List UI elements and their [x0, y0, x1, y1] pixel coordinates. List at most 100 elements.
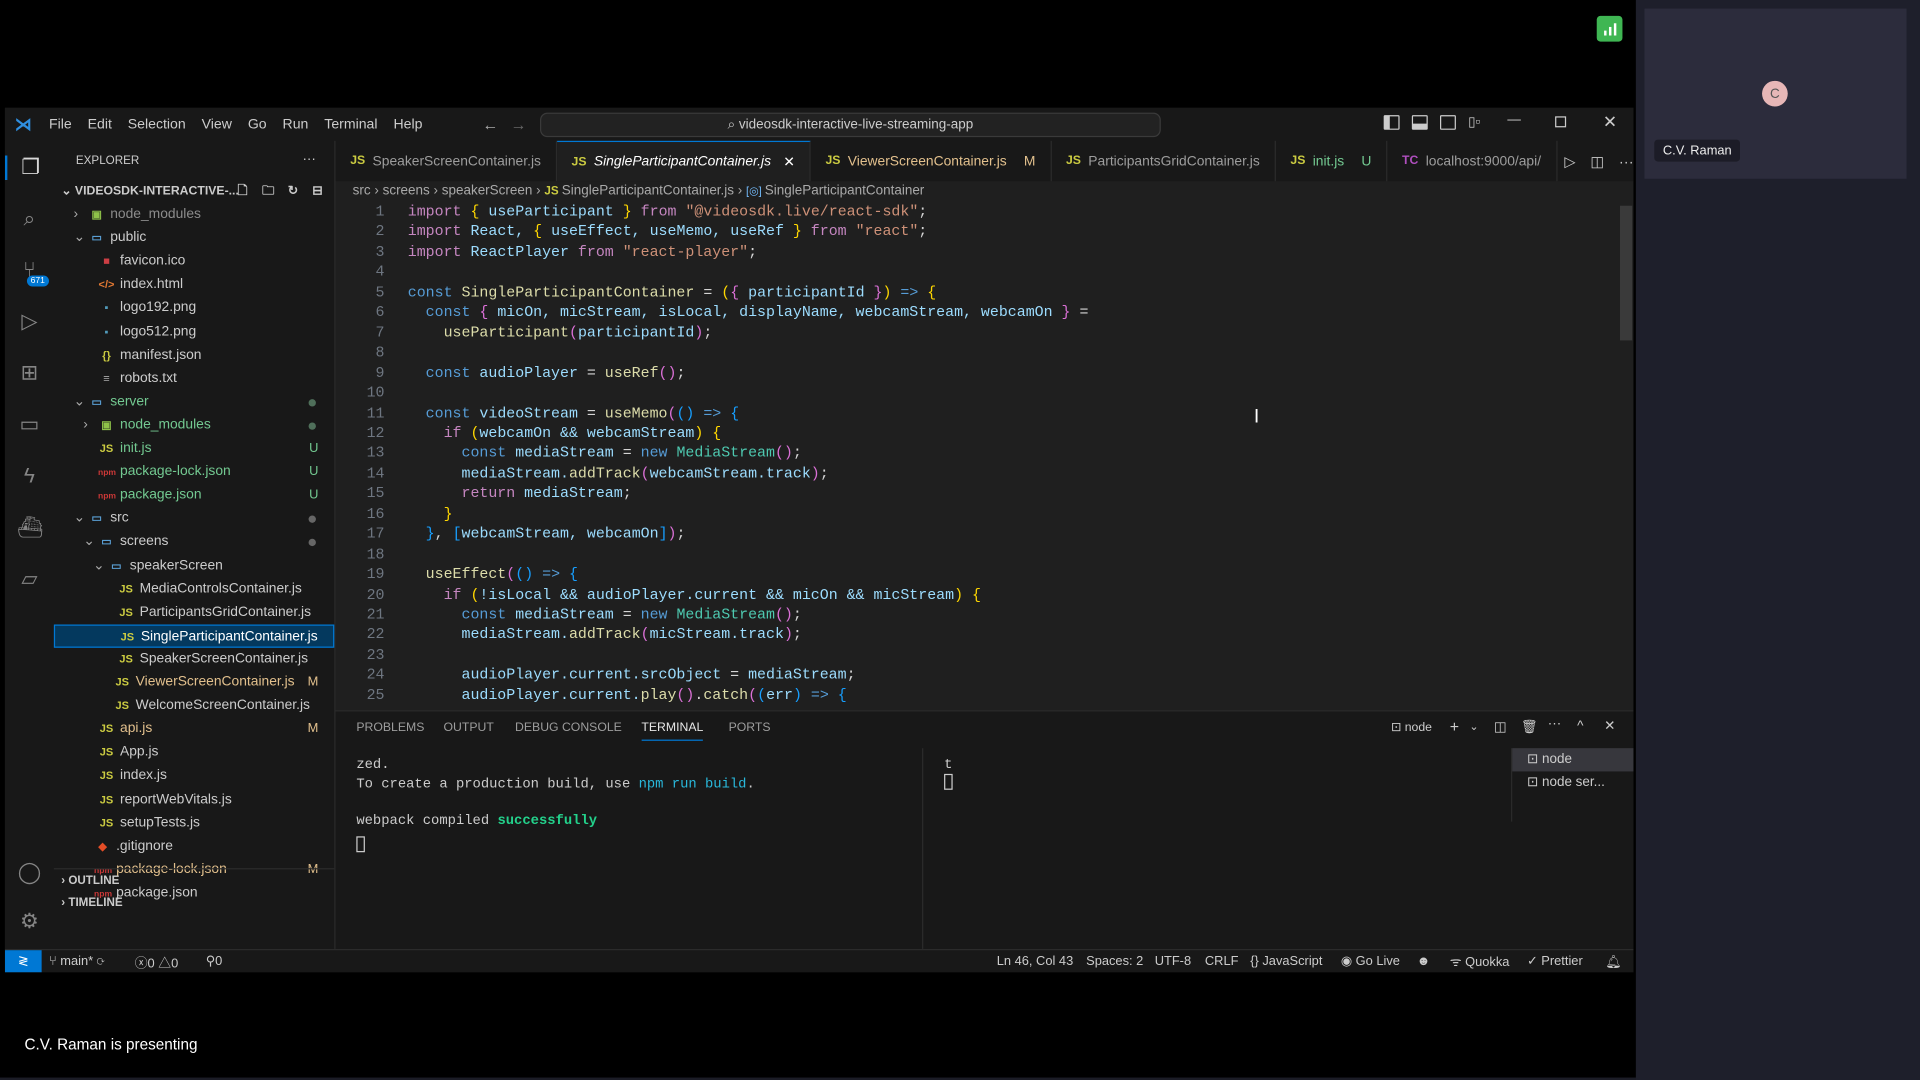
maximize-panel-icon[interactable]: ^ — [1577, 719, 1583, 734]
breadcrumb-item[interactable]: SingleParticipantContainer.js — [562, 184, 734, 199]
go-live-button[interactable]: ◉ Go Live — [1341, 954, 1400, 969]
customize-layout-icon[interactable]: ▯▫ — [1468, 114, 1480, 130]
command-center-search[interactable]: ⌕ videosdk-interactive-live-streaming-ap… — [540, 112, 1161, 138]
back-icon[interactable]: ← — [482, 115, 498, 133]
more-icon[interactable]: ··· — [1548, 716, 1561, 731]
tree-item[interactable]: JS ViewerScreenContainer.js M — [54, 671, 334, 694]
tree-item[interactable]: JS init.js U — [54, 437, 334, 460]
tree-item[interactable]: › ▣ node_modules — [54, 203, 334, 226]
encoding[interactable]: UTF-8 — [1155, 954, 1191, 969]
tree-item[interactable]: {} manifest.json — [54, 344, 334, 367]
account-icon[interactable]: ◯ — [17, 861, 41, 885]
extensions-icon[interactable]: ⊞ — [17, 361, 41, 385]
tree-item[interactable]: ◆ .gitignore — [54, 835, 334, 858]
thunder-client-icon[interactable]: ϟ — [17, 464, 41, 488]
tree-item[interactable]: JS WelcomeScreenContainer.js — [54, 694, 334, 717]
panel-tab-problems[interactable]: PROBLEMS — [356, 721, 424, 734]
branch-status[interactable]: ⑂ main* ⟳ — [49, 954, 104, 969]
tree-item[interactable]: ⌄ ▭ public — [54, 227, 334, 250]
split-editor-icon[interactable]: ◫ — [1590, 152, 1604, 169]
new-terminal-icon[interactable]: + — [1450, 718, 1459, 736]
restore-icon[interactable] — [1555, 116, 1567, 128]
editor-tab[interactable]: JS ViewerScreenContainer.js M — [811, 140, 1052, 182]
run-icon[interactable]: ▷ — [1564, 152, 1575, 169]
tree-item[interactable]: JS SpeakerScreenContainer.js — [54, 648, 334, 671]
tree-item[interactable]: JS index.js — [54, 765, 334, 788]
split-terminal-icon[interactable]: ◫ — [1494, 719, 1507, 735]
network-signal-icon[interactable] — [1596, 15, 1623, 42]
ports-status[interactable]: ⚲0 — [206, 954, 223, 969]
panel-tab-output[interactable]: OUTPUT — [443, 721, 493, 734]
panel-tab-terminal[interactable]: TERMINAL — [641, 721, 704, 741]
tree-item[interactable]: ■ favicon.ico — [54, 250, 334, 273]
settings-icon[interactable]: ⚙ — [17, 910, 41, 934]
tree-item[interactable]: ⌄ ▭ screens — [54, 531, 334, 554]
tree-item[interactable]: ▪ logo192.png — [54, 297, 334, 320]
explorer-root[interactable]: ⌄ VIDEOSDK-INTERACTIVE-... 🗋 🗀 ↻ ⊟ — [54, 180, 334, 203]
menu-run[interactable]: Run — [283, 117, 309, 132]
cursor-position[interactable]: Ln 46, Col 43 — [997, 954, 1073, 969]
refresh-icon[interactable]: ↻ — [288, 180, 298, 203]
sync-icon[interactable]: ⟳ — [93, 954, 105, 969]
tree-item[interactable]: JS MediaControlsContainer.js — [54, 577, 334, 600]
minimize-icon[interactable]: — — [1507, 113, 1520, 128]
search-icon[interactable]: ⌕ — [17, 207, 41, 231]
editor-tab[interactable]: JS SingleParticipantContainer.js ✕ — [556, 140, 811, 182]
editor-tab[interactable]: TC localhost:9000/api/ — [1387, 140, 1557, 182]
run-debug-icon[interactable]: ▷ — [17, 310, 41, 334]
language-mode[interactable]: {} JavaScript — [1250, 954, 1322, 969]
tree-item[interactable]: › ▣ node_modules — [54, 414, 334, 437]
new-folder-icon[interactable]: 🗀 — [262, 180, 274, 203]
breadcrumb-item[interactable]: speakerScreen — [442, 184, 533, 199]
tree-item[interactable]: npm package.json U — [54, 484, 334, 507]
problems-status[interactable]: ⓧ0 △0 — [135, 954, 179, 972]
quokka-status[interactable]: ᯤ Quokka — [1450, 954, 1510, 971]
close-tab-icon[interactable]: ✕ — [783, 154, 795, 170]
chat-icon[interactable]: ▱ — [17, 567, 41, 591]
tree-item[interactable]: ⌄ ▭ src — [54, 507, 334, 530]
prettier-status[interactable]: ✓ Prettier — [1527, 954, 1583, 969]
menu-go[interactable]: Go — [248, 117, 267, 132]
tree-item[interactable]: JS setupTests.js — [54, 811, 334, 834]
docker-icon[interactable]: ⛴ — [17, 516, 43, 540]
editor-scrollbar[interactable] — [1620, 205, 1633, 341]
terminal-list-item[interactable]: ⊡ node ser... — [1512, 771, 1633, 794]
remote-indicator-icon[interactable]: ≷ — [4, 950, 42, 973]
toggle-panel-icon[interactable] — [1411, 115, 1428, 130]
new-file-icon[interactable]: 🗋 — [238, 180, 248, 203]
notifications-bell-icon[interactable]: 🔔︎ — [1605, 954, 1621, 970]
tree-item[interactable]: npm package-lock.json U — [54, 461, 334, 484]
menu-view[interactable]: View — [202, 117, 232, 132]
remote-explorer-icon[interactable]: ▭ — [17, 413, 41, 437]
menu-help[interactable]: Help — [393, 117, 422, 132]
terminal-split-divider[interactable] — [922, 748, 924, 951]
tree-item[interactable]: ⌄ ▭ server — [54, 390, 334, 413]
tree-item[interactable]: </> index.html — [54, 273, 334, 296]
indentation[interactable]: Spaces: 2 — [1086, 954, 1143, 969]
chevron-down-icon[interactable]: ⌄ — [1469, 720, 1478, 733]
editor-tab[interactable]: JS SpeakerScreenContainer.js — [336, 140, 557, 182]
menu-file[interactable]: File — [49, 117, 72, 132]
breadcrumb-item[interactable]: src — [353, 184, 371, 199]
tree-item[interactable]: ▪ logo512.png — [54, 320, 334, 343]
tree-item[interactable]: JS SingleParticipantContainer.js — [53, 624, 335, 648]
editor-tab[interactable]: JS ParticipantsGridContainer.js — [1051, 140, 1276, 182]
tree-item[interactable]: JS api.js M — [54, 718, 334, 741]
toggle-sidebar-icon[interactable] — [1383, 115, 1400, 130]
forward-icon[interactable]: → — [511, 115, 527, 133]
files-icon[interactable]: ❐ — [4, 155, 54, 181]
panel-tab-debug-console[interactable]: DEBUG CONSOLE — [515, 721, 622, 734]
timeline-section[interactable]: › TIMELINE — [54, 891, 334, 914]
line-ending[interactable]: CRLF — [1205, 954, 1239, 969]
more-icon[interactable]: ··· — [1619, 152, 1634, 169]
breadcrumb-item[interactable]: SingleParticipantContainer — [765, 184, 924, 199]
copilot-icon[interactable]: ☻ — [1417, 954, 1431, 969]
terminal-list-item[interactable]: ⊡ node — [1512, 748, 1634, 772]
tree-item[interactable]: JS ParticipantsGridContainer.js — [54, 601, 334, 624]
toggle-secondary-sidebar-icon[interactable] — [1440, 115, 1456, 130]
tree-item[interactable]: JS reportWebVitals.js — [54, 788, 334, 811]
close-panel-icon[interactable]: ✕ — [1604, 718, 1615, 734]
menu-selection[interactable]: Selection — [128, 117, 186, 132]
editor-tab[interactable]: JS init.js U — [1276, 140, 1388, 182]
close-window-icon[interactable]: ✕ — [1603, 111, 1617, 132]
